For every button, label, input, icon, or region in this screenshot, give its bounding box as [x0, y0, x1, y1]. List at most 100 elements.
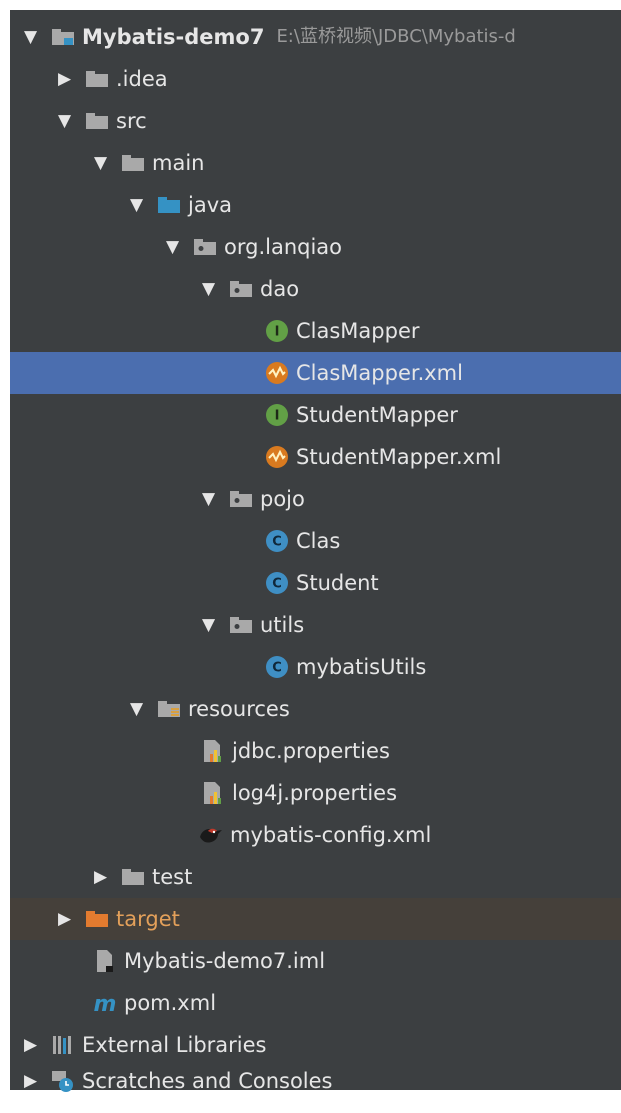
class-icon: C — [264, 654, 290, 680]
excluded-folder-icon — [84, 906, 110, 932]
tree-item-label: test — [152, 865, 193, 889]
project-path: E:\蓝桥视频\JDBC\Mybatis-d — [276, 26, 516, 47]
interface-icon: I — [264, 318, 290, 344]
collapsed-arrow-icon[interactable]: ▶ — [58, 58, 84, 100]
tree-item-test[interactable]: ▶ test — [10, 856, 621, 898]
tree-item-label: src — [116, 109, 147, 133]
package-icon — [192, 234, 218, 260]
tree-item-clas[interactable]: C Clas — [10, 520, 621, 562]
tree-item-studentmapper-xml[interactable]: StudentMapper.xml — [10, 436, 621, 478]
expanded-arrow-icon[interactable]: ▼ — [24, 16, 50, 58]
tree-item-src[interactable]: ▼ src — [10, 100, 621, 142]
tree-item-org-lanqiao[interactable]: ▼ org.lanqiao — [10, 226, 621, 268]
tree-item-mybatis-config-xml[interactable]: mybatis-config.xml — [10, 814, 621, 856]
tree-item-label: Clas — [296, 529, 341, 553]
tree-item-clasmapper[interactable]: I ClasMapper — [10, 310, 621, 352]
interface-icon: I — [264, 402, 290, 428]
expanded-arrow-icon[interactable]: ▼ — [202, 268, 228, 310]
tree-item-label: dao — [260, 277, 300, 301]
tree-item-project-root[interactable]: ▼ Mybatis-demo7 E:\蓝桥视频\JDBC\Mybatis-d — [10, 16, 621, 58]
collapsed-arrow-icon[interactable]: ▶ — [24, 1024, 50, 1066]
tree-item-label: java — [188, 193, 232, 217]
folder-icon — [120, 864, 146, 890]
tree-item-label: utils — [260, 613, 305, 637]
collapsed-arrow-icon[interactable]: ▶ — [58, 898, 84, 940]
collapsed-arrow-icon[interactable]: ▶ — [94, 856, 120, 898]
project-tree: ▼ Mybatis-demo7 E:\蓝桥视频\JDBC\Mybatis-d ▶… — [0, 0, 621, 1113]
mybatis-xml-icon — [264, 444, 290, 470]
libraries-icon — [50, 1032, 76, 1058]
svg-text:C: C — [272, 577, 282, 592]
source-folder-icon — [156, 192, 182, 218]
tree-item-main[interactable]: ▼ main — [10, 142, 621, 184]
tree-item-java[interactable]: ▼ java — [10, 184, 621, 226]
tree-item-label: resources — [188, 697, 290, 721]
tree-item-iml[interactable]: Mybatis-demo7.iml — [10, 940, 621, 982]
mybatis-xml-icon — [264, 360, 290, 386]
module-file-icon — [92, 948, 118, 974]
tree-item-label: ClasMapper.xml — [296, 361, 463, 385]
tree-item-label: mybatisUtils — [296, 655, 427, 679]
tree-item-dao[interactable]: ▼ dao — [10, 268, 621, 310]
tree-item-label: org.lanqiao — [224, 235, 343, 259]
tree-item-label: target — [116, 907, 180, 931]
tree-item-studentmapper[interactable]: I StudentMapper — [10, 394, 621, 436]
tree-item-pom-xml[interactable]: m pom.xml — [10, 982, 621, 1024]
tree-item-label: pojo — [260, 487, 305, 511]
tree-item-label: pom.xml — [124, 991, 217, 1015]
expanded-arrow-icon[interactable]: ▼ — [130, 184, 156, 226]
tree-item-jdbc-properties[interactable]: jdbc.properties — [10, 730, 621, 772]
tree-item-label: StudentMapper — [296, 403, 458, 427]
mybatis-bird-icon — [198, 822, 224, 848]
expanded-arrow-icon[interactable]: ▼ — [166, 226, 192, 268]
folder-icon — [120, 150, 146, 176]
expanded-arrow-icon[interactable]: ▼ — [130, 688, 156, 730]
tree-item-utils[interactable]: ▼ utils — [10, 604, 621, 646]
tree-item-idea[interactable]: ▶ .idea — [10, 58, 621, 100]
tree-item-label: Student — [296, 571, 379, 595]
project-folder-icon — [50, 24, 76, 50]
svg-text:I: I — [275, 409, 280, 424]
tree-item-label: Scratches and Consoles — [82, 1069, 333, 1093]
tree-item-pojo[interactable]: ▼ pojo — [10, 478, 621, 520]
folder-icon — [84, 66, 110, 92]
tree-item-label: ClasMapper — [296, 319, 420, 343]
tree-item-mybatisutils[interactable]: C mybatisUtils — [10, 646, 621, 688]
properties-file-icon — [200, 780, 226, 806]
expanded-arrow-icon[interactable]: ▼ — [94, 142, 120, 184]
maven-icon: m — [92, 990, 118, 1016]
package-icon — [228, 612, 254, 638]
tree-item-label: Mybatis-demo7.iml — [124, 949, 326, 973]
tree-item-label: mybatis-config.xml — [230, 823, 432, 847]
tree-item-target[interactable]: ▶ target — [10, 898, 621, 940]
tree-item-student[interactable]: C Student — [10, 562, 621, 604]
svg-text:C: C — [272, 535, 282, 550]
svg-text:C: C — [272, 661, 282, 676]
tree-item-label: jdbc.properties — [232, 739, 390, 763]
tree-item-label: log4j.properties — [232, 781, 398, 805]
class-icon: C — [264, 570, 290, 596]
svg-text:I: I — [275, 325, 280, 340]
tree-item-log4j-properties[interactable]: log4j.properties — [10, 772, 621, 814]
tree-item-label: .idea — [116, 67, 168, 91]
class-icon: C — [264, 528, 290, 554]
resources-folder-icon — [156, 696, 182, 722]
tree-item-clasmapper-xml[interactable]: ClasMapper.xml — [10, 352, 621, 394]
svg-text:m: m — [94, 992, 117, 1015]
expanded-arrow-icon[interactable]: ▼ — [202, 604, 228, 646]
expanded-arrow-icon[interactable]: ▼ — [58, 100, 84, 142]
package-icon — [228, 486, 254, 512]
tree-item-label: main — [152, 151, 205, 175]
tree-item-label: External Libraries — [82, 1033, 267, 1057]
tree-item-resources[interactable]: ▼ resources — [10, 688, 621, 730]
tree-item-scratches[interactable]: ▶ Scratches and Consoles — [10, 1066, 621, 1096]
scratches-icon — [50, 1068, 76, 1094]
expanded-arrow-icon[interactable]: ▼ — [202, 478, 228, 520]
properties-file-icon — [200, 738, 226, 764]
tree-item-label: StudentMapper.xml — [296, 445, 502, 469]
tree-item-external-libraries[interactable]: ▶ External Libraries — [10, 1024, 621, 1066]
project-name: Mybatis-demo7 — [82, 25, 265, 49]
collapsed-arrow-icon[interactable]: ▶ — [24, 1066, 50, 1096]
folder-icon — [84, 108, 110, 134]
package-icon — [228, 276, 254, 302]
